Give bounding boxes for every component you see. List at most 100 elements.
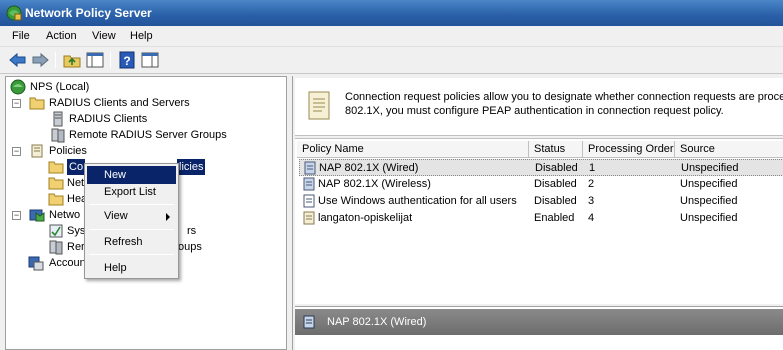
tree-label-selected-tail: licies: [177, 159, 206, 175]
context-menu-view[interactable]: View: [87, 207, 176, 225]
cell-status: Disabled: [534, 195, 577, 207]
table-row[interactable]: NAP 802.1X (Wired) Disabled 1 Unspecifie…: [299, 159, 783, 176]
nps-globe-icon: [10, 79, 26, 95]
tree-label-selected: Co: [67, 159, 86, 175]
submenu-arrow-icon: [166, 213, 170, 221]
table-row[interactable]: Use Windows authentication for all users…: [299, 193, 783, 210]
nps-app-icon: [6, 5, 22, 21]
title-bar: Network Policy Server: [0, 0, 783, 26]
cell-source: Unspecified: [680, 178, 738, 190]
show-hide-console-tree-icon[interactable]: [85, 51, 105, 69]
folder-icon: [29, 97, 45, 110]
tree-node-radius-clients[interactable]: RADIUS Clients: [50, 111, 280, 127]
policy-icon: [303, 315, 315, 329]
policy-scroll-icon: [31, 144, 43, 158]
policy-scroll-icon: [303, 211, 315, 225]
server-icon: [53, 111, 63, 127]
forward-icon[interactable]: [30, 51, 50, 69]
validator-icon: [49, 224, 63, 238]
tree-label: RADIUS Clients and Servers: [49, 97, 190, 109]
cell-source: Unspecified: [680, 212, 738, 224]
toolbar-separator: [55, 52, 56, 68]
cell-status: Enabled: [534, 212, 575, 224]
context-menu-help[interactable]: Help: [87, 259, 176, 277]
folder-icon: [48, 193, 64, 206]
nap-shield-icon: [29, 209, 45, 222]
table-row[interactable]: langaton-opiskelijat Enabled 4 Unspecifi…: [299, 210, 783, 227]
server-group-icon: [51, 128, 65, 143]
policy-document-icon: [308, 91, 330, 120]
tree-label: Accoun: [49, 257, 86, 269]
tree-node-radius-clients-and-servers[interactable]: − RADIUS Clients and Servers: [12, 95, 282, 111]
context-menu-separator: [89, 229, 174, 230]
cell-source: Unspecified: [681, 162, 739, 174]
svg-text:?: ?: [123, 54, 130, 68]
policy-icon: [303, 177, 315, 191]
tree-node-policies[interactable]: − Policies: [12, 143, 282, 159]
show-action-pane-icon[interactable]: [140, 51, 160, 69]
table-row[interactable]: NAP 802.1X (Wireless) Disabled 2 Unspeci…: [299, 176, 783, 193]
context-menu: New Export List View Refresh Help: [84, 163, 179, 279]
collapse-toggle-icon[interactable]: −: [12, 211, 21, 220]
tree-node-remote-radius-server-groups[interactable]: Remote RADIUS Server Groups: [50, 127, 280, 143]
collapse-toggle-icon[interactable]: −: [12, 147, 21, 156]
tree-node-nps-local[interactable]: NPS (Local): [10, 79, 280, 95]
toolbar: ?: [0, 47, 783, 74]
cell-status: Disabled: [535, 162, 578, 174]
cell-source: Unspecified: [680, 195, 738, 207]
folder-open-icon: [48, 161, 64, 174]
menu-file[interactable]: File: [12, 30, 30, 42]
description-panel: Connection request policies allow you to…: [295, 78, 783, 136]
cell-policy-name: Use Windows authentication for all users: [318, 195, 517, 207]
description-line-2: 802.1X, you must configure PEAP authenti…: [345, 105, 724, 117]
menu-view[interactable]: View: [92, 30, 116, 42]
context-menu-export-list[interactable]: Export List: [87, 183, 176, 201]
menu-bar: File Action View Help: [0, 26, 783, 47]
menu-action[interactable]: Action: [46, 30, 77, 42]
description-text: Connection request policies allow you to…: [345, 90, 783, 118]
tree-label: RADIUS Clients: [69, 113, 148, 125]
policy-list[interactable]: Policy Name Status Processing Order Sour…: [295, 138, 783, 304]
accounting-icon: [28, 256, 44, 271]
help-icon[interactable]: ?: [117, 51, 137, 69]
up-folder-icon[interactable]: [62, 51, 82, 69]
column-header-status[interactable]: Status: [529, 141, 583, 158]
policy-icon: [304, 161, 316, 175]
cell-policy-name: langaton-opiskelijat: [318, 212, 413, 224]
tree-label: Net: [67, 177, 85, 189]
policy-icon: [303, 194, 315, 208]
cell-order: 2: [588, 178, 595, 190]
tree-label: Netwo: [49, 209, 81, 221]
tree-label-tail: rs: [187, 225, 197, 237]
back-icon[interactable]: [8, 51, 28, 69]
tree-label-tail: oups: [178, 241, 202, 253]
tree-label: Rer: [67, 241, 85, 253]
context-menu-separator: [89, 254, 174, 255]
server-group-icon: [49, 240, 63, 255]
context-menu-new[interactable]: New: [87, 166, 176, 184]
details-pane: NAP 802.1X (Wired): [295, 306, 783, 350]
description-line-1: Connection request policies allow you to…: [345, 91, 783, 103]
column-header-processing-order[interactable]: Processing Order: [583, 141, 675, 158]
cell-order: 3: [588, 195, 595, 207]
tree-label: NPS (Local): [30, 81, 90, 93]
results-pane: Connection request policies allow you to…: [292, 76, 783, 350]
cell-policy-name: NAP 802.1X (Wireless): [318, 178, 431, 190]
tree-label: Remote RADIUS Server Groups: [69, 129, 227, 141]
details-title: NAP 802.1X (Wired): [327, 316, 427, 328]
column-header-policy-name[interactable]: Policy Name: [297, 141, 529, 158]
tree-label: Sys: [67, 225, 86, 237]
context-menu-separator: [89, 204, 174, 205]
menu-help[interactable]: Help: [130, 30, 153, 42]
context-menu-refresh[interactable]: Refresh: [87, 233, 176, 251]
column-header-source[interactable]: Source: [675, 141, 783, 158]
details-header: NAP 802.1X (Wired): [295, 309, 783, 335]
cell-status: Disabled: [534, 178, 577, 190]
tree-label: Policies: [49, 145, 87, 157]
collapse-toggle-icon[interactable]: −: [12, 99, 21, 108]
context-menu-view-label: View: [104, 210, 128, 222]
folder-icon: [48, 177, 64, 190]
toolbar-separator: [110, 52, 111, 68]
cell-order: 4: [588, 212, 595, 224]
cell-order: 1: [589, 162, 596, 174]
